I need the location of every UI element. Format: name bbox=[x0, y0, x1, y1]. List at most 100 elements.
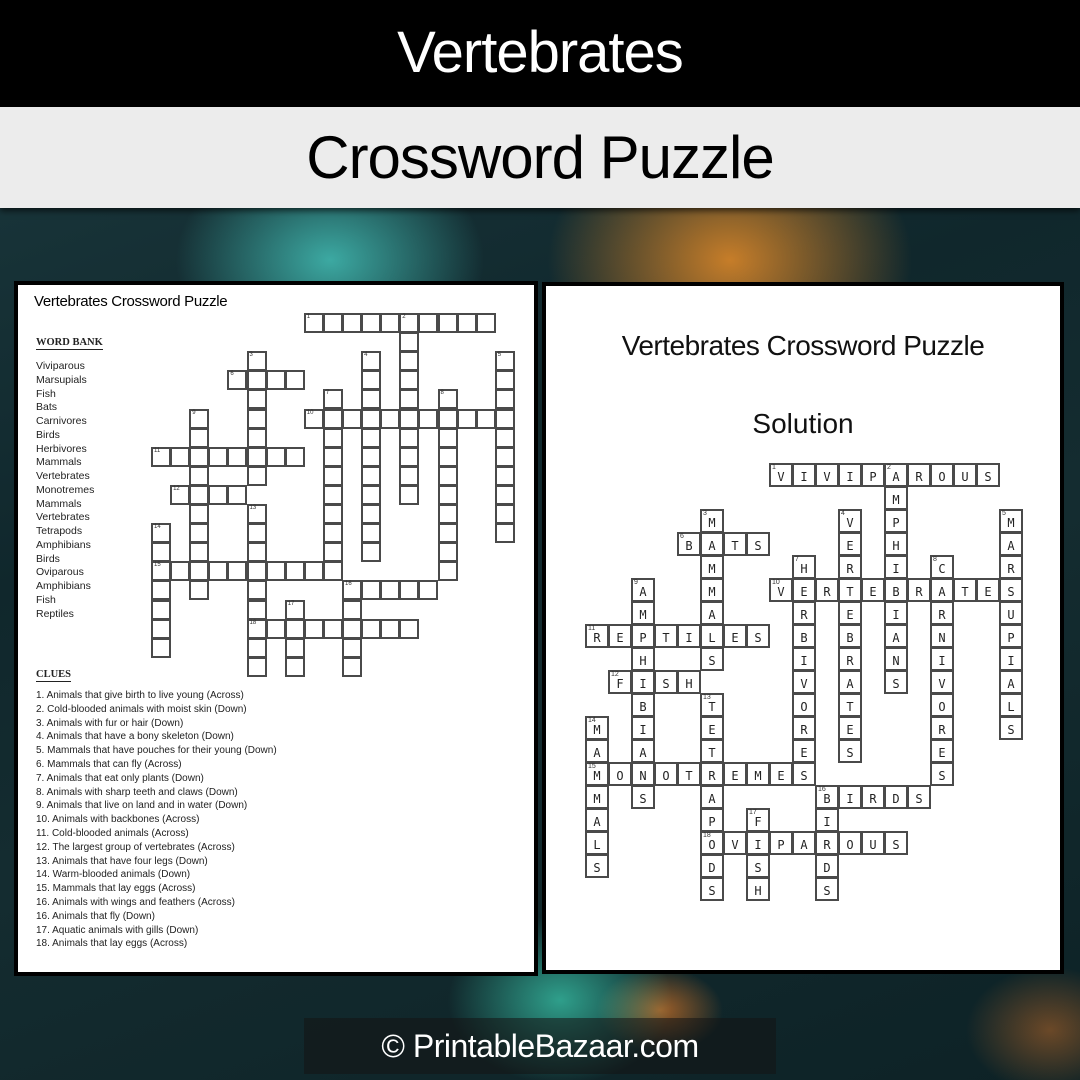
puzzle-cell[interactable] bbox=[342, 656, 363, 677]
puzzle-cell[interactable] bbox=[322, 465, 343, 486]
puzzle-cell[interactable]: 2 bbox=[399, 313, 420, 334]
puzzle-cell[interactable] bbox=[437, 446, 458, 467]
puzzle-cell[interactable] bbox=[246, 465, 267, 486]
puzzle-cell[interactable] bbox=[342, 599, 363, 620]
puzzle-cell[interactable]: 11 bbox=[151, 446, 172, 467]
puzzle-cell[interactable] bbox=[399, 465, 420, 486]
puzzle-cell[interactable] bbox=[151, 599, 172, 620]
puzzle-cell[interactable] bbox=[246, 580, 267, 601]
puzzle-cell[interactable]: 10 bbox=[303, 408, 324, 429]
puzzle-cell[interactable] bbox=[361, 542, 382, 563]
puzzle-cell[interactable] bbox=[399, 370, 420, 391]
puzzle-cell[interactable]: 15 bbox=[151, 561, 172, 582]
puzzle-cell[interactable] bbox=[380, 408, 401, 429]
puzzle-cell[interactable] bbox=[399, 427, 420, 448]
puzzle-cell[interactable] bbox=[342, 313, 363, 334]
puzzle-cell[interactable] bbox=[437, 427, 458, 448]
puzzle-cell[interactable] bbox=[361, 580, 382, 601]
puzzle-cell[interactable] bbox=[380, 313, 401, 334]
puzzle-cell[interactable] bbox=[151, 580, 172, 601]
puzzle-cell[interactable] bbox=[170, 446, 191, 467]
puzzle-cell[interactable] bbox=[246, 446, 267, 467]
puzzle-cell[interactable] bbox=[475, 313, 496, 334]
puzzle-cell[interactable] bbox=[437, 408, 458, 429]
puzzle-cell[interactable] bbox=[437, 465, 458, 486]
puzzle-cell[interactable] bbox=[227, 446, 248, 467]
puzzle-cell[interactable] bbox=[361, 446, 382, 467]
puzzle-cell[interactable] bbox=[437, 523, 458, 544]
puzzle-cell[interactable] bbox=[246, 542, 267, 563]
puzzle-cell[interactable] bbox=[456, 408, 477, 429]
puzzle-cell[interactable] bbox=[437, 542, 458, 563]
puzzle-cell[interactable] bbox=[361, 504, 382, 525]
puzzle-cell[interactable]: 12 bbox=[170, 484, 191, 505]
puzzle-cell[interactable] bbox=[189, 465, 210, 486]
puzzle-cell[interactable] bbox=[494, 370, 515, 391]
puzzle-cell[interactable] bbox=[303, 561, 324, 582]
puzzle-cell[interactable] bbox=[208, 446, 229, 467]
puzzle-cell[interactable] bbox=[189, 542, 210, 563]
puzzle-cell[interactable] bbox=[246, 427, 267, 448]
puzzle-cell[interactable] bbox=[227, 484, 248, 505]
puzzle-cell[interactable] bbox=[322, 561, 343, 582]
puzzle-cell[interactable] bbox=[284, 446, 305, 467]
puzzle-cell[interactable] bbox=[189, 446, 210, 467]
puzzle-cell[interactable] bbox=[189, 427, 210, 448]
puzzle-cell[interactable] bbox=[151, 637, 172, 658]
puzzle-cell[interactable] bbox=[494, 523, 515, 544]
puzzle-cell[interactable] bbox=[380, 580, 401, 601]
puzzle-cell[interactable] bbox=[494, 389, 515, 410]
puzzle-cell[interactable] bbox=[399, 389, 420, 410]
puzzle-cell[interactable] bbox=[494, 484, 515, 505]
puzzle-cell[interactable] bbox=[322, 446, 343, 467]
puzzle-cell[interactable]: 5 bbox=[494, 351, 515, 372]
puzzle-cell[interactable]: 18 bbox=[246, 618, 267, 639]
puzzle-cell[interactable]: 8 bbox=[437, 389, 458, 410]
puzzle-cell[interactable] bbox=[265, 618, 286, 639]
puzzle-cell[interactable] bbox=[189, 504, 210, 525]
puzzle-cell[interactable] bbox=[399, 408, 420, 429]
puzzle-cell[interactable] bbox=[494, 408, 515, 429]
puzzle-cell[interactable] bbox=[246, 370, 267, 391]
puzzle-cell[interactable]: 1 bbox=[303, 313, 324, 334]
puzzle-cell[interactable] bbox=[284, 656, 305, 677]
puzzle-cell[interactable] bbox=[284, 637, 305, 658]
puzzle-cell[interactable] bbox=[380, 618, 401, 639]
puzzle-cell[interactable] bbox=[475, 408, 496, 429]
puzzle-cell[interactable] bbox=[170, 561, 191, 582]
puzzle-cell[interactable] bbox=[189, 561, 210, 582]
puzzle-cell[interactable] bbox=[361, 523, 382, 544]
puzzle-cell[interactable] bbox=[322, 504, 343, 525]
puzzle-cell[interactable] bbox=[456, 313, 477, 334]
puzzle-cell[interactable]: 4 bbox=[361, 351, 382, 372]
puzzle-cell[interactable]: 16 bbox=[342, 580, 363, 601]
puzzle-cell[interactable] bbox=[246, 637, 267, 658]
puzzle-cell[interactable]: 13 bbox=[246, 504, 267, 525]
puzzle-cell[interactable] bbox=[361, 484, 382, 505]
puzzle-cell[interactable] bbox=[494, 465, 515, 486]
puzzle-cell[interactable] bbox=[246, 408, 267, 429]
puzzle-cell[interactable] bbox=[322, 618, 343, 639]
puzzle-cell[interactable] bbox=[361, 408, 382, 429]
puzzle-cell[interactable] bbox=[303, 618, 324, 639]
puzzle-cell[interactable] bbox=[246, 523, 267, 544]
puzzle-cell[interactable] bbox=[494, 446, 515, 467]
puzzle-cell[interactable] bbox=[322, 427, 343, 448]
puzzle-cell[interactable] bbox=[361, 370, 382, 391]
puzzle-cell[interactable] bbox=[208, 561, 229, 582]
puzzle-cell[interactable] bbox=[361, 389, 382, 410]
puzzle-cell[interactable] bbox=[418, 313, 439, 334]
puzzle-cell[interactable] bbox=[418, 580, 439, 601]
puzzle-cell[interactable] bbox=[418, 408, 439, 429]
puzzle-cell[interactable] bbox=[437, 484, 458, 505]
puzzle-cell[interactable] bbox=[437, 313, 458, 334]
puzzle-cell[interactable] bbox=[227, 561, 248, 582]
puzzle-cell[interactable] bbox=[322, 484, 343, 505]
puzzle-cell[interactable] bbox=[361, 465, 382, 486]
puzzle-cell[interactable] bbox=[151, 618, 172, 639]
puzzle-cell[interactable] bbox=[265, 370, 286, 391]
puzzle-cell[interactable] bbox=[246, 599, 267, 620]
puzzle-cell[interactable] bbox=[246, 561, 267, 582]
puzzle-cell[interactable] bbox=[208, 484, 229, 505]
puzzle-cell[interactable] bbox=[399, 332, 420, 353]
